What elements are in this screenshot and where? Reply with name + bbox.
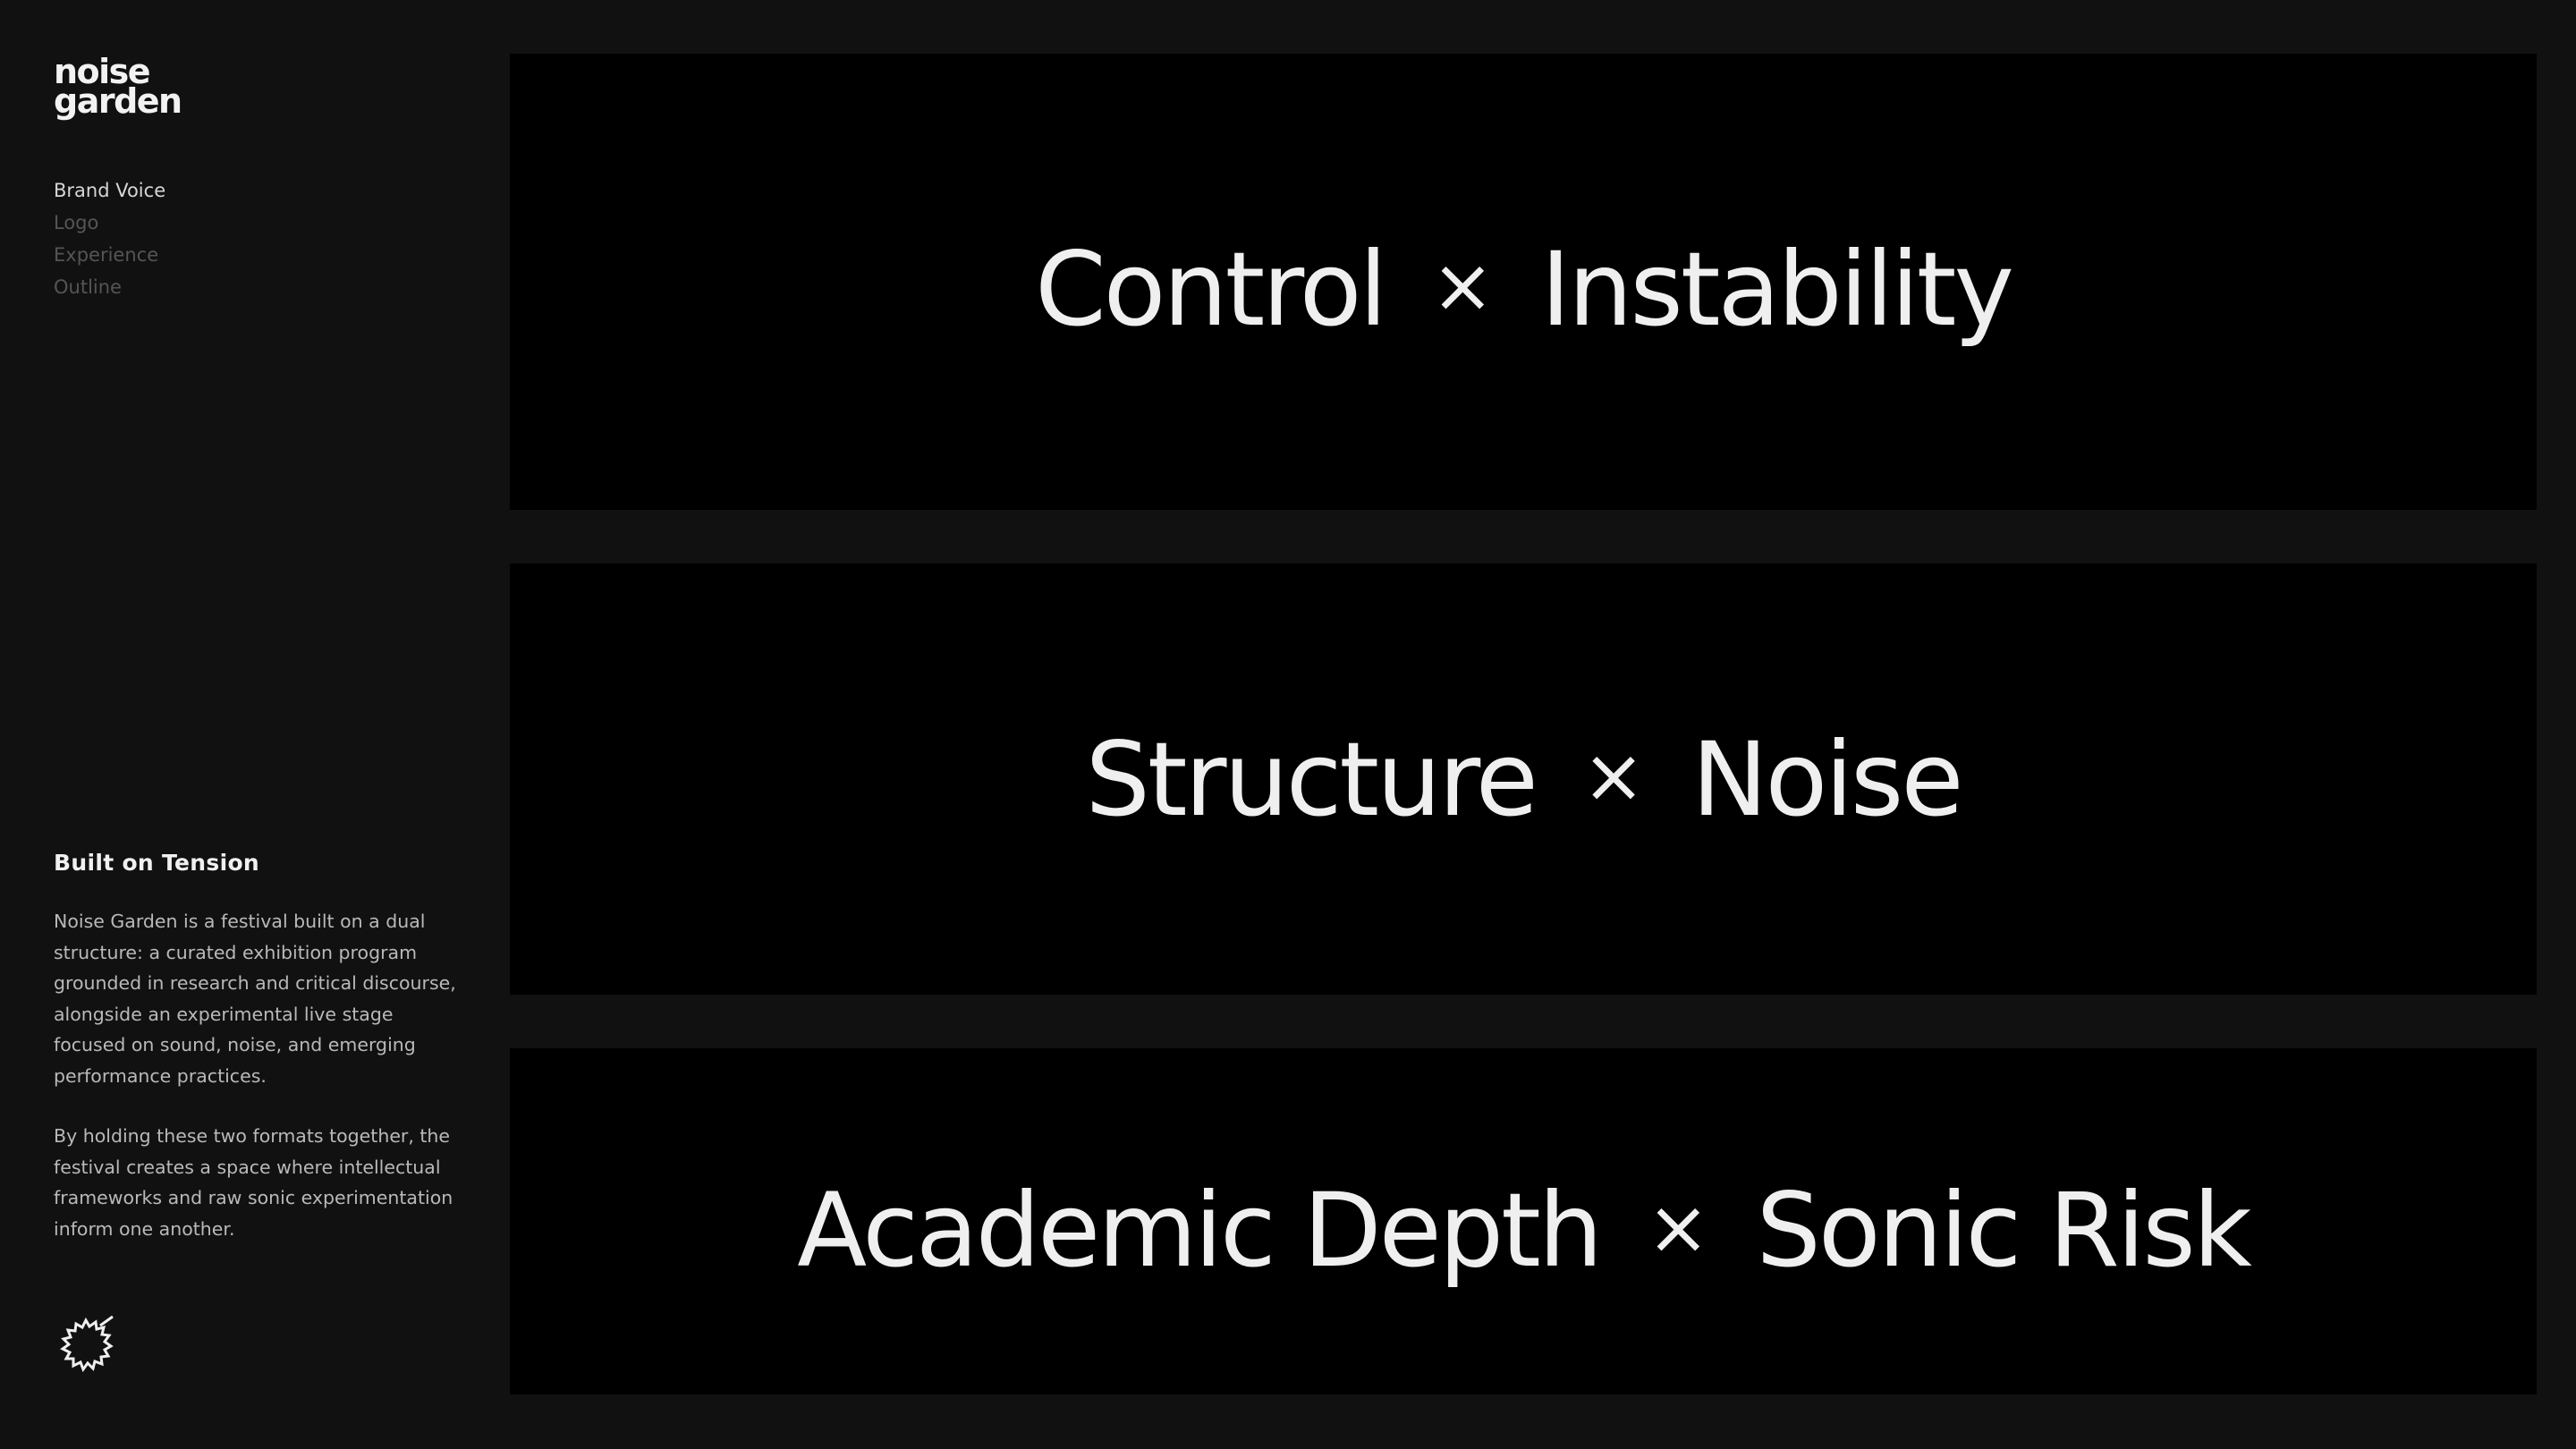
info-paragraph-1: Noise Garden is a festival built on a du… [54,911,456,1087]
sidebar: noise garden Brand Voice Logo Experience… [0,0,510,1449]
tension-panel-3: Academic Depth × Sonic Risk [510,1048,2537,1394]
times-separator-2: × [1581,732,1646,819]
logo[interactable]: noise garden [54,55,182,121]
tension-pair-3: Academic Depth × Sonic Risk [797,1171,2252,1290]
info-heading: Built on Tension [54,850,260,876]
spiky-circle-icon [55,1315,116,1376]
nav-item-outline[interactable]: Outline [54,274,165,306]
info-paragraph-2: By holding these two formats together, t… [54,1125,453,1240]
sidebar-nav: Brand Voice Logo Experience Outline [54,177,165,306]
tension-right-2: Noise [1691,719,1963,839]
tension-right-1: Instability [1540,229,2014,349]
tension-left-1: Control [1035,229,1387,349]
tension-pair-2: Structure × Noise [1085,719,1964,839]
nav-item-logo[interactable]: Logo [54,209,165,242]
nav-item-experience[interactable]: Experience [54,242,165,274]
tension-panel-1: Control × Instability [510,54,2537,510]
tension-right-3: Sonic Risk [1756,1171,2252,1290]
times-separator-1: × [1431,242,1495,329]
logo-line-2: garden [54,81,182,121]
info-block: Built on Tension Noise Garden is a festi… [54,850,465,1274]
tension-panel-2: Structure × Noise [510,564,2537,995]
nav-item-brand-voice[interactable]: Brand Voice [54,177,165,209]
tension-left-2: Structure [1085,719,1538,839]
tension-pair-1: Control × Instability [1035,229,2014,349]
tension-left-3: Academic Depth [797,1171,1603,1290]
times-separator-3: × [1647,1182,1710,1271]
